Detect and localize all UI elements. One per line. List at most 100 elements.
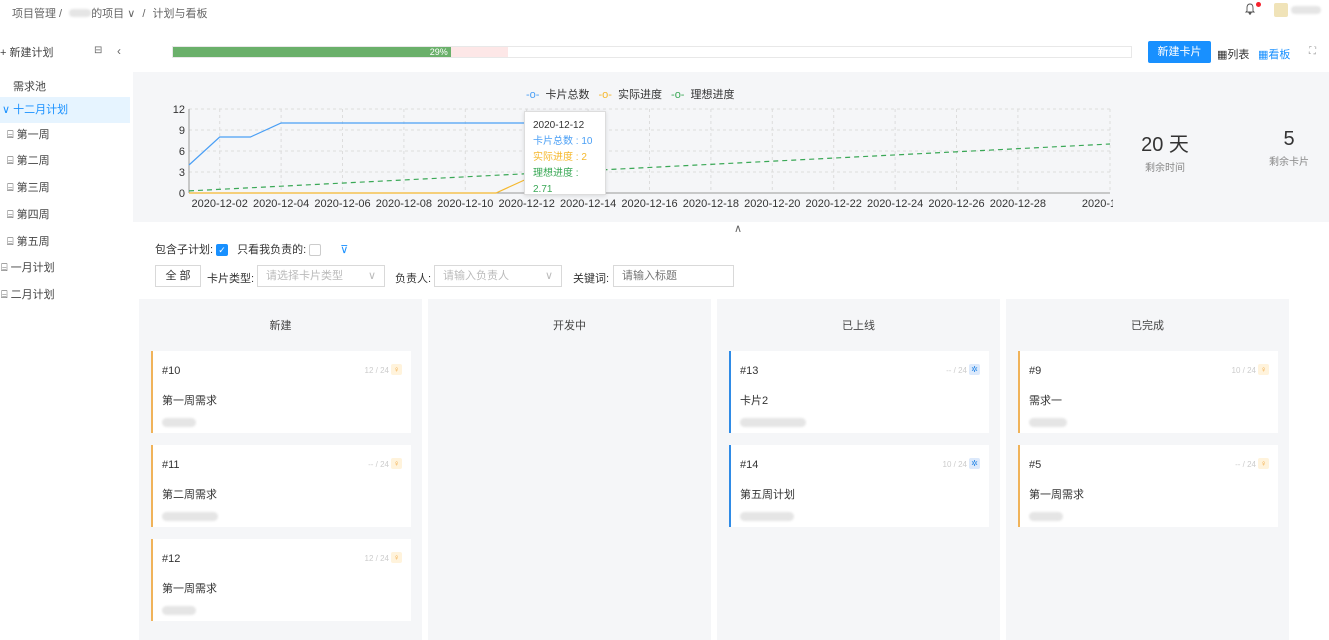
progress-label: 29% bbox=[429, 47, 448, 57]
list-view-button[interactable]: ▦列表 bbox=[1217, 46, 1249, 62]
requirement-icon: ♀ bbox=[391, 552, 402, 563]
bug-icon: ✲ bbox=[969, 458, 980, 469]
sidebar-item-label: ⌸ 第一周 bbox=[7, 129, 50, 141]
keyword-label: 关键词: bbox=[573, 273, 610, 285]
x-tick-label: 2020-12-31 bbox=[1082, 198, 1113, 210]
card[interactable]: #10 12 / 24 ♀ 第一周需求 bbox=[151, 351, 411, 433]
board-view-button[interactable]: ▦看板 bbox=[1258, 46, 1290, 62]
plan-sidebar: + 新建计划 ⊟ ‹ 需求池 ∨ 十二月计划 ⌸ 第一周 ⌸ 第二周 ⌸ 第三周… bbox=[0, 36, 130, 640]
card-id: #9 bbox=[1029, 365, 1042, 377]
collapse-sidebar-icon[interactable]: ‹ bbox=[117, 44, 121, 58]
blurred-owner bbox=[740, 512, 794, 521]
x-tick-label: 2020-12-08 bbox=[376, 198, 432, 210]
sidebar-item-label: ⌸ 第五周 bbox=[7, 236, 50, 248]
notification-dot bbox=[1256, 2, 1261, 7]
remaining-cards-value: 5 bbox=[1283, 128, 1295, 150]
bug-icon: ✲ bbox=[969, 364, 980, 375]
tooltip-date: 2020-12-12 bbox=[533, 120, 585, 131]
card-type-label: 卡片类型: bbox=[207, 273, 255, 285]
requirement-icon: ♀ bbox=[1258, 458, 1269, 469]
blurred-owner bbox=[740, 418, 806, 427]
card[interactable]: #5 -- / 24 ♀ 第一周需求 bbox=[1018, 445, 1278, 527]
x-tick-label: 2020-12-18 bbox=[683, 198, 739, 210]
top-bar: 项目管理 / 的项目 ∨ / 计划与看板 bbox=[0, 0, 1329, 22]
card[interactable]: #12 12 / 24 ♀ 第一周需求 bbox=[151, 539, 411, 621]
y-tick-label: 12 bbox=[173, 104, 185, 116]
keyword-input[interactable] bbox=[613, 265, 734, 287]
card-due: -- / 24 bbox=[946, 366, 967, 375]
column-new: 新建 #10 12 / 24 ♀ 第一周需求 #11 -- / 24 ♀ 第二周… bbox=[139, 299, 422, 640]
avatar[interactable] bbox=[1274, 3, 1288, 17]
card[interactable]: #9 10 / 24 ♀ 需求一 bbox=[1018, 351, 1278, 433]
card-title: 第一周需求 bbox=[162, 395, 217, 407]
card-type-select[interactable]: 请选择卡片类型 ∨ bbox=[257, 265, 385, 287]
column-title: 已上线 bbox=[842, 320, 875, 332]
x-tick-label: 2020-12-10 bbox=[437, 198, 493, 210]
sidebar-item-week3[interactable]: ⌸ 第三周 bbox=[0, 175, 130, 201]
card[interactable]: #13 -- / 24 ✲ 卡片2 bbox=[729, 351, 989, 433]
card-id: #5 bbox=[1029, 459, 1042, 471]
sidebar-item-december[interactable]: ∨ 十二月计划 bbox=[0, 97, 130, 123]
card[interactable]: #11 -- / 24 ♀ 第二周需求 bbox=[151, 445, 411, 527]
filter-icon[interactable]: ⊽ bbox=[340, 244, 348, 256]
column-done: 已完成 #9 10 / 24 ♀ 需求一 #5 -- / 24 ♀ 第一周需求 bbox=[1006, 299, 1289, 640]
card-due: -- / 24 bbox=[368, 460, 389, 469]
remaining-days-label: 剩余时间 bbox=[1145, 163, 1185, 174]
column-in-dev: 开发中 bbox=[428, 299, 711, 640]
card-id: #13 bbox=[740, 365, 759, 377]
archive-icon[interactable]: ⊟ bbox=[94, 45, 102, 56]
new-plan-button[interactable]: + 新建计划 bbox=[0, 44, 53, 60]
sidebar-item-week5[interactable]: ⌸ 第五周 bbox=[0, 229, 130, 255]
only-mine-checkbox[interactable] bbox=[309, 244, 322, 257]
owner-select[interactable]: 请输入负责人 ∨ bbox=[434, 265, 562, 287]
blurred-owner bbox=[162, 418, 196, 427]
y-tick-label: 0 bbox=[179, 188, 185, 200]
x-tick-label: 2020-12-04 bbox=[253, 198, 309, 210]
breadcrumb-root[interactable]: 项目管理 / bbox=[12, 8, 62, 20]
card-title: 需求一 bbox=[1029, 395, 1062, 407]
column-title: 新建 bbox=[269, 320, 292, 332]
blurred-owner bbox=[162, 606, 196, 615]
include-subplans-checkbox[interactable]: ✓ bbox=[216, 244, 229, 257]
card-id: #14 bbox=[740, 459, 759, 471]
sidebar-item-label: ⌸ 第四周 bbox=[7, 209, 50, 221]
card-due: 12 / 24 bbox=[364, 554, 389, 563]
x-tick-label: 2020-12-20 bbox=[744, 198, 800, 210]
x-tick-label: 2020-12-02 bbox=[192, 198, 248, 210]
progress-done-fill: 29% bbox=[173, 47, 451, 57]
plan-progress-bar: 29% bbox=[172, 46, 1132, 58]
bell-icon[interactable] bbox=[1244, 3, 1256, 15]
requirement-icon: ♀ bbox=[391, 364, 402, 375]
tooltip-ideal: 理想进度 : 2.71 bbox=[533, 168, 579, 195]
y-tick-label: 3 bbox=[179, 167, 185, 179]
fullscreen-icon[interactable]: ⛶ bbox=[1309, 46, 1316, 57]
burndown-chart: 0 3 6 9 12 2020-12-02 2020-12-04 2020-12-06 2020… bbox=[173, 104, 1113, 210]
card-due: 12 / 24 bbox=[364, 366, 389, 375]
sidebar-item-week2[interactable]: ⌸ 第二周 bbox=[0, 148, 130, 174]
column-released: 已上线 #13 -- / 24 ✲ 卡片2 #14 10 / 24 ✲ 第五周计… bbox=[717, 299, 1000, 640]
breadcrumb-project[interactable]: 的项目 ∨ bbox=[91, 8, 135, 20]
chart-tooltip: 2020-12-12 卡片总数 : 10 实际进度 : 2 理想进度 : 2.7… bbox=[524, 111, 606, 195]
requirement-icon: ♀ bbox=[391, 458, 402, 469]
blurred-owner bbox=[1029, 512, 1063, 521]
card-due: 10 / 24 bbox=[1231, 366, 1256, 375]
sidebar-header: + 新建计划 ⊟ ‹ bbox=[0, 44, 130, 60]
collapse-chart-icon[interactable]: ∧ bbox=[734, 222, 742, 235]
blurred-project-name bbox=[69, 9, 92, 17]
blurred-owner bbox=[162, 512, 218, 521]
card[interactable]: #14 10 / 24 ✲ 第五周计划 bbox=[729, 445, 989, 527]
sidebar-item-label: ⌸ 第二周 bbox=[7, 155, 50, 167]
card-title: 第五周计划 bbox=[740, 489, 795, 501]
sidebar-item-week1[interactable]: ⌸ 第一周 bbox=[0, 122, 130, 148]
x-tick-label: 2020-12-14 bbox=[560, 198, 616, 210]
x-tick-label: 2020-12-06 bbox=[314, 198, 370, 210]
sidebar-item-january[interactable]: ⌸ 一月计划 bbox=[0, 255, 130, 281]
owner-placeholder: 请输入负责人 bbox=[443, 270, 509, 282]
blurred-owner bbox=[1029, 418, 1067, 427]
sidebar-item-week4[interactable]: ⌸ 第四周 bbox=[0, 202, 130, 228]
sidebar-item-label: ⌸ 第三周 bbox=[7, 182, 50, 194]
sidebar-item-february[interactable]: ⌸ 二月计划 bbox=[0, 282, 130, 308]
new-card-button[interactable]: 新建卡片 bbox=[1148, 41, 1211, 63]
all-button[interactable]: 全 部 bbox=[155, 265, 201, 287]
breadcrumb-separator: / bbox=[142, 8, 146, 20]
